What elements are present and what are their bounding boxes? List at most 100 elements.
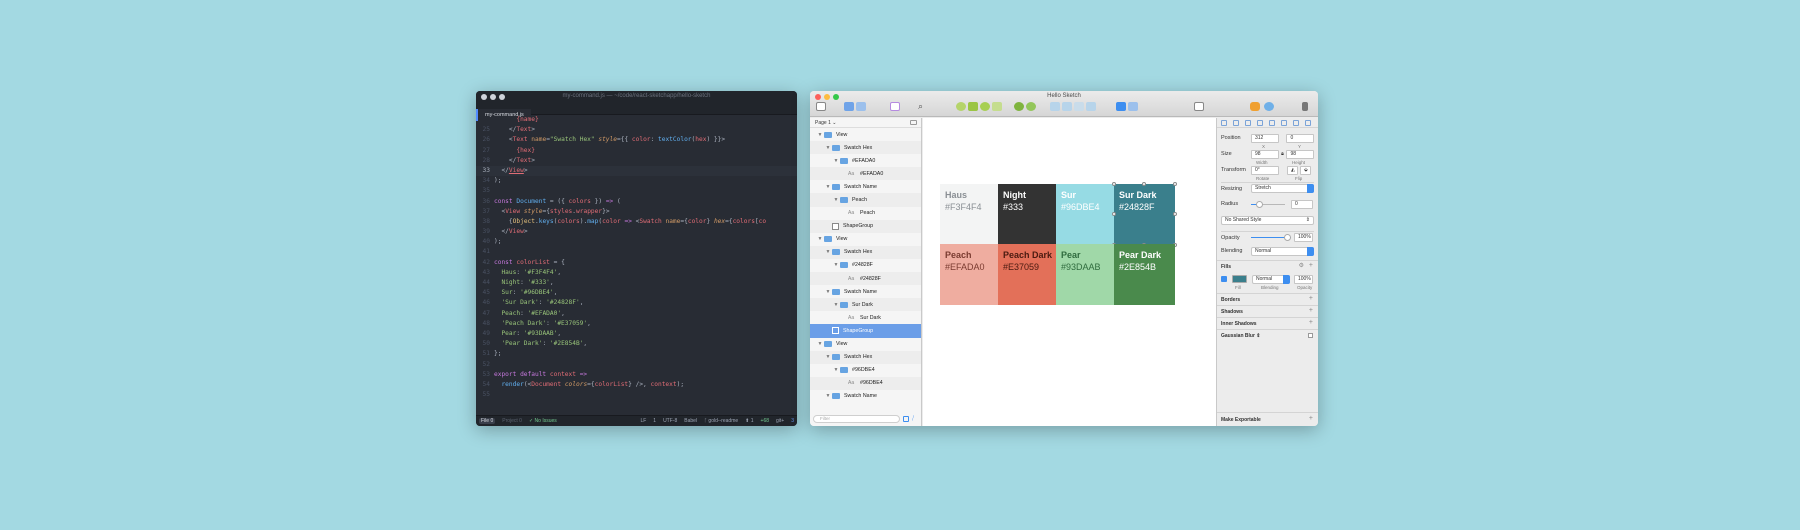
- code-line[interactable]: 54 render(<Document colors={colorList} /…: [476, 380, 797, 390]
- opacity-slider[interactable]: [1251, 233, 1291, 242]
- disclosure-triangle-icon[interactable]: ▼: [832, 262, 840, 268]
- flip-horizontal-icon[interactable]: ◭: [1287, 165, 1298, 175]
- color-swatch[interactable]: Peach Dark #E37059: [998, 244, 1059, 305]
- code-line[interactable]: 40);: [476, 237, 797, 247]
- disclosure-triangle-icon[interactable]: ▼: [824, 184, 832, 190]
- add-page-icon[interactable]: [910, 120, 917, 125]
- line-ending-indicator[interactable]: LF: [640, 418, 646, 424]
- disclosure-triangle-icon[interactable]: ▼: [816, 132, 824, 138]
- fill-enabled-checkbox[interactable]: [1221, 276, 1227, 282]
- linter-status[interactable]: ✓ No Issues: [529, 418, 557, 424]
- code-line[interactable]: 34);: [476, 176, 797, 186]
- selection-handle[interactable]: [1173, 212, 1177, 216]
- layer-row[interactable]: ShapeGroup: [810, 324, 921, 338]
- selection-handle[interactable]: [1142, 182, 1146, 186]
- github-button[interactable]: git+: [776, 418, 784, 424]
- filter-symbols-icon[interactable]: [903, 416, 909, 422]
- fill-opacity-field[interactable]: 100%: [1294, 274, 1313, 284]
- add-fill-icon[interactable]: +: [1309, 262, 1313, 269]
- git-branch[interactable]: ᚴ gold--readme: [704, 418, 738, 424]
- layer-row[interactable]: ▼ View: [810, 338, 921, 351]
- filter-input[interactable]: Filter: [813, 415, 900, 423]
- color-swatch[interactable]: Pear #93DAAB: [1056, 244, 1117, 305]
- layer-row[interactable]: Aa #EFADA0: [810, 167, 921, 181]
- disclosure-triangle-icon[interactable]: ▼: [824, 354, 832, 360]
- rotate-field[interactable]: 0°: [1251, 165, 1279, 175]
- code-line[interactable]: 42 const colorList = {: [476, 258, 797, 268]
- code-line[interactable]: 51};: [476, 349, 797, 359]
- selection-handle[interactable]: [1173, 182, 1177, 186]
- grammar-indicator[interactable]: Babel: [684, 418, 697, 424]
- align-bottom-icon[interactable]: [1281, 120, 1287, 126]
- layer-row[interactable]: ▼ Swatch Name: [810, 285, 921, 298]
- code-line[interactable]: 39 </View>: [476, 227, 797, 237]
- align-center-icon[interactable]: [1233, 120, 1239, 126]
- add-border-icon[interactable]: +: [1309, 295, 1313, 302]
- layer-row[interactable]: ▼ #24828F: [810, 259, 921, 272]
- create-symbol-icon[interactable]: [890, 102, 900, 111]
- flatten-icon[interactable]: [992, 102, 1002, 111]
- align-top-icon[interactable]: [1257, 120, 1263, 126]
- code-line[interactable]: 53 export default context =>: [476, 370, 797, 380]
- radius-field[interactable]: 0: [1291, 199, 1313, 209]
- height-field[interactable]: 98: [1286, 149, 1315, 159]
- layer-row[interactable]: ▼ View: [810, 128, 921, 141]
- color-swatch[interactable]: Night #333: [998, 184, 1059, 245]
- code-line[interactable]: 37 <View style={styles.wrapper}>: [476, 207, 797, 217]
- blending-dropdown[interactable]: Normal: [1251, 246, 1314, 256]
- make-exportable-label[interactable]: Make Exportable: [1221, 417, 1261, 423]
- export-icon[interactable]: [1302, 102, 1308, 111]
- notifications-indicator[interactable]: 3: [791, 418, 794, 424]
- align-left-icon[interactable]: [1221, 120, 1227, 126]
- transform-icon[interactable]: [968, 102, 978, 111]
- layer-row[interactable]: ▼ Swatch Hex: [810, 141, 921, 155]
- layer-row[interactable]: Aa #96DBE4: [810, 376, 921, 390]
- page-selector[interactable]: Page 1 ⌄: [810, 118, 921, 128]
- shared-style-dropdown[interactable]: No Shared Style ⇕: [1221, 215, 1314, 225]
- gaussian-blur-label[interactable]: Gaussian Blur ⇕: [1221, 333, 1260, 339]
- group-icon[interactable]: [844, 102, 854, 111]
- align-right-icon[interactable]: [1245, 120, 1251, 126]
- code-line[interactable]: 36 const Document = ({ colors }) => (: [476, 197, 797, 207]
- distribute-h-icon[interactable]: [1293, 120, 1299, 126]
- gear-icon[interactable]: ⚙: [1299, 262, 1304, 269]
- code-line[interactable]: 25 </Text>: [476, 125, 797, 135]
- code-area[interactable]: {name} 25 </Text> 26 <Text name="Swatch He…: [476, 115, 797, 415]
- mask-icon[interactable]: [1014, 102, 1024, 111]
- position-y-field[interactable]: 0: [1286, 133, 1315, 143]
- flip-vertical-icon[interactable]: ⬙: [1300, 165, 1311, 175]
- layer-row[interactable]: ▼ View: [810, 233, 921, 246]
- intersect-icon[interactable]: [1074, 102, 1084, 111]
- code-line[interactable]: 27 {hex}: [476, 146, 797, 156]
- code-line[interactable]: 47 Peach: '#EFADA0',: [476, 309, 797, 319]
- code-line[interactable]: 49 Pear: '#93DAAB',: [476, 329, 797, 339]
- disclosure-triangle-icon[interactable]: ▼: [832, 367, 840, 373]
- code-line[interactable]: 33 </View>: [476, 165, 797, 177]
- code-line[interactable]: 55: [476, 390, 797, 400]
- color-swatch[interactable]: Sur Dark #24828F: [1114, 184, 1175, 245]
- layer-row[interactable]: ▼ #96DBE4: [810, 364, 921, 377]
- layer-row[interactable]: ▼ Swatch Hex: [810, 245, 921, 259]
- union-icon[interactable]: [1050, 102, 1060, 111]
- align-middle-icon[interactable]: [1269, 120, 1275, 126]
- disclosure-triangle-icon[interactable]: ▼: [824, 289, 832, 295]
- code-line[interactable]: 43 Haus: '#F3F4F4',: [476, 268, 797, 278]
- code-line[interactable]: 50 'Pear Dark': '#2E854B',: [476, 339, 797, 349]
- code-line[interactable]: 52: [476, 360, 797, 370]
- code-line[interactable]: 48 'Peach Dark': '#E37059',: [476, 319, 797, 329]
- code-line[interactable]: 28 </Text>: [476, 156, 797, 166]
- code-line[interactable]: 26 <Text name="Swatch Hex" style={{ colo…: [476, 135, 797, 145]
- layer-row[interactable]: ▼ Peach: [810, 193, 921, 207]
- mirror-icon[interactable]: [1250, 102, 1260, 111]
- color-swatch[interactable]: Haus #F3F4F4: [940, 184, 1001, 245]
- disclosure-triangle-icon[interactable]: ▼: [832, 158, 840, 164]
- add-inner-shadow-icon[interactable]: +: [1309, 319, 1313, 326]
- radius-slider[interactable]: [1251, 200, 1285, 209]
- disclosure-triangle-icon[interactable]: ▼: [824, 249, 832, 255]
- layer-row[interactable]: ▼ Sur Dark: [810, 298, 921, 312]
- git-push-indicator[interactable]: ⬆ 1: [745, 418, 753, 424]
- view-icon[interactable]: [1194, 102, 1204, 111]
- code-line[interactable]: 41: [476, 247, 797, 257]
- color-swatch[interactable]: Peach #EFADA0: [940, 244, 1001, 305]
- opacity-field[interactable]: 100%: [1294, 233, 1313, 242]
